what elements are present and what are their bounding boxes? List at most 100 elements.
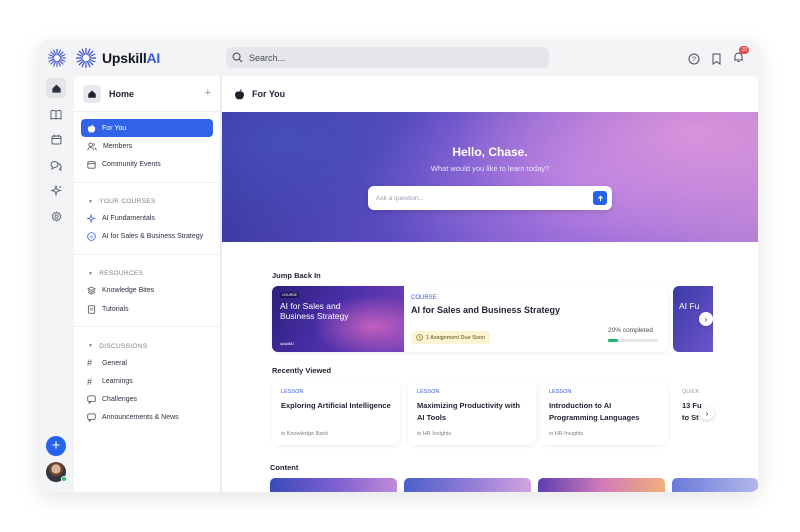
sidebar-item-label: Knowledge Bites (102, 287, 155, 295)
rail-calendar-button[interactable] (46, 129, 66, 149)
hash-icon: # (87, 358, 93, 369)
sidebar-item-learnings[interactable]: # Learnings (81, 373, 213, 391)
top-actions: ? 10 (688, 46, 749, 68)
bookmark-icon[interactable] (711, 53, 722, 65)
brand-logo-icon (76, 48, 96, 68)
progress-bar (608, 339, 658, 342)
lesson-kicker: QUICK (682, 389, 700, 395)
thumbnail-tag: COURSE (280, 292, 299, 298)
user-avatar[interactable] (46, 462, 67, 482)
content-thumbnail[interactable] (672, 478, 758, 492)
lesson-kicker: LESSON (549, 389, 572, 395)
lesson-meta: in Knowledge Bank (281, 431, 329, 437)
sparkle-icon (50, 184, 62, 196)
content-thumbnail[interactable] (538, 478, 665, 492)
lesson-kicker: LESSON (417, 389, 440, 395)
caret-down-icon: ▼ (88, 343, 94, 350)
sidebar-discussions: ▼ DISCUSSIONS # General # Learnings Chall… (74, 327, 220, 435)
main-header: For You (222, 76, 758, 112)
course-title: AI for Sales and Business Strategy (411, 305, 561, 315)
peek-title: AI Fu (679, 301, 700, 311)
sidebar-item-ai-fundamentals[interactable]: AI Fundamentals (81, 210, 213, 228)
jump-back-in-heading: Jump Back In (272, 271, 321, 280)
lesson-card[interactable]: LESSON Maximizing Productivity with AI T… (408, 381, 536, 445)
ai-badge-icon: AI (87, 232, 96, 242)
hash-icon: # (87, 376, 93, 387)
lesson-title: Exploring Artificial Intelligence (281, 401, 391, 410)
sidebar-title: Home (109, 88, 135, 99)
sidebar-item-general[interactable]: # General (81, 354, 213, 372)
sidebar-item-knowledge-bites[interactable]: Knowledge Bites (81, 282, 213, 300)
thumbnail-title: AI for Sales and Business Strategy (280, 301, 349, 321)
chevron-right-icon: › (704, 314, 708, 324)
lesson-meta: in HR Insights (549, 431, 584, 437)
sparkle-icon (87, 214, 96, 224)
sidebar: Home + For You Members Community Events … (74, 76, 221, 492)
course-kicker: COURSE (411, 295, 437, 301)
jump-back-next-button[interactable]: › (699, 312, 713, 326)
rail-sparkle-button[interactable] (46, 180, 66, 200)
recently-viewed-next-button[interactable]: › (700, 406, 714, 420)
sidebar-item-label: Learnings (102, 378, 133, 385)
clock-icon (416, 334, 423, 341)
sidebar-resources: ▼ RESOURCES Knowledge Bites Tutorials (74, 255, 220, 328)
icon-rail: + (38, 76, 74, 492)
recently-viewed-heading: Recently Viewed (272, 366, 332, 375)
rail-chat-button[interactable] (46, 155, 66, 175)
search-input[interactable] (249, 52, 529, 63)
ask-input[interactable] (376, 194, 576, 202)
notifications[interactable]: 10 (733, 46, 749, 68)
progress-label: 20% completed (608, 327, 653, 334)
sidebar-item-members[interactable]: Members (81, 137, 213, 155)
lesson-card[interactable]: LESSON Introduction to AI Programming La… (540, 381, 668, 445)
chevron-right-icon: › (705, 408, 709, 418)
sidebar-item-challenges[interactable]: Challenges (81, 391, 213, 409)
search-bar[interactable] (226, 47, 549, 68)
book-icon (50, 109, 62, 120)
progress-fill (608, 339, 618, 342)
chat-icon (87, 413, 96, 423)
sidebar-item-for-you[interactable]: For You (81, 119, 213, 137)
logo-mark-icon[interactable] (47, 48, 67, 68)
sidebar-item-ai-sales[interactable]: AI AI for Sales & Business Strategy (81, 228, 213, 246)
calendar-icon (51, 134, 61, 144)
course-card[interactable]: COURSE AI for Sales and Business Strateg… (272, 286, 668, 352)
rail-home-button[interactable] (46, 78, 66, 98)
hero-banner: Hello, Chase. What would you like to lea… (222, 112, 758, 242)
sidebar-item-label: Announcements & News (102, 414, 179, 422)
create-button[interactable]: + (46, 436, 66, 456)
arrow-up-icon (597, 195, 603, 201)
resources-heading[interactable]: ▼ RESOURCES (81, 266, 213, 282)
brand-name: UpskillAI (102, 50, 161, 66)
add-space-button[interactable]: + (205, 87, 211, 99)
svg-text:AI: AI (90, 234, 94, 239)
sidebar-item-label: General (102, 359, 127, 367)
lesson-card[interactable]: LESSON Exploring Artificial Intelligence… (272, 381, 400, 445)
sidebar-item-label: Tutorials (102, 305, 129, 313)
lesson-title: Maximizing Productivity with AI Tools (417, 401, 520, 422)
content-thumbnail[interactable] (404, 478, 531, 492)
sidebar-item-tutorials[interactable]: Tutorials (81, 300, 213, 318)
rail-courses-button[interactable] (46, 104, 66, 124)
brand[interactable]: UpskillAI (75, 47, 160, 69)
lesson-kicker: LESSON (281, 389, 304, 395)
discussions-heading[interactable]: ▼ DISCUSSIONS (81, 338, 213, 354)
hero-greeting: Hello, Chase. (452, 145, 528, 159)
help-icon[interactable]: ? (688, 53, 700, 65)
sidebar-item-label: AI Fundamentals (102, 215, 155, 223)
document-icon (87, 304, 96, 314)
chat-bubbles-icon (50, 160, 62, 171)
sidebar-item-announcements[interactable]: Announcements & News (81, 409, 213, 427)
sidebar-header: Home + (74, 76, 220, 112)
search-icon (232, 52, 243, 63)
content-thumbnail[interactable] (270, 478, 397, 492)
rail-settings-button[interactable] (46, 206, 66, 226)
thumbnail-brand: UpskillAI (280, 342, 294, 346)
ask-box[interactable] (368, 186, 612, 210)
assignment-due-badge: 1 Assignment Due Soon (411, 331, 491, 344)
users-icon (87, 142, 97, 151)
your-courses-heading[interactable]: ▼ YOUR COURSES (81, 194, 213, 210)
ask-send-button[interactable] (593, 191, 607, 205)
sidebar-item-community-events[interactable]: Community Events (81, 155, 213, 173)
chat-icon (87, 395, 96, 405)
